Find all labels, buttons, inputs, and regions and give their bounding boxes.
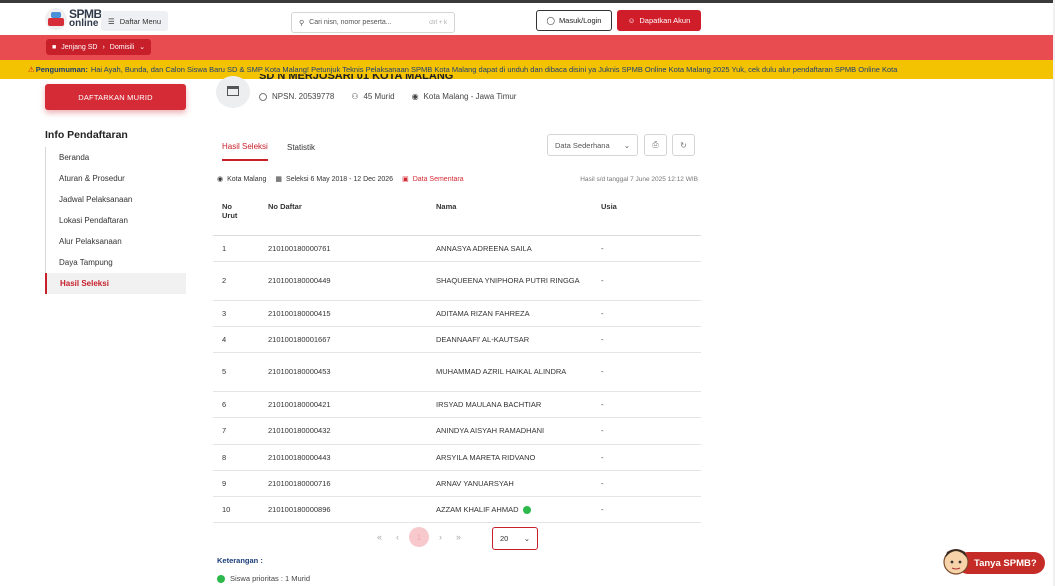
pagination: « ‹ 1 › »	[377, 527, 461, 547]
last-page-button[interactable]: »	[456, 532, 461, 542]
results-table: No Urut No Daftar Nama Usia 1 2101001800…	[213, 198, 701, 523]
location-pin-icon: ◉	[217, 176, 224, 183]
register-button[interactable]: ☺ Dapatkan Akun	[617, 10, 701, 31]
table-row[interactable]: 3 210100180000415 ADITAMA RIZAN FAHREZA …	[213, 300, 701, 327]
col-nama: Nama	[427, 198, 592, 236]
table-row[interactable]: 9 210100180000716 ARNAV YANUARSYAH -	[213, 470, 701, 497]
table-row[interactable]: 6 210100180000421 IRSYAD MAULANA BACHTIA…	[213, 391, 701, 418]
announcement-marquee: ⚠ Pengumuman: Hai Ayah, Bunda, dan Calon…	[0, 60, 1055, 79]
keterangan-text: Siswa prioritas : 1 Murid	[230, 574, 311, 583]
school-meta: NPSN. 20539778 ⚇ 45 Murid ◉ Kota Malang …	[259, 92, 516, 101]
filter-city: Kota Malang	[227, 175, 267, 183]
filter-period: Seleksi 6 May 2018 - 12 Dec 2026	[286, 175, 394, 183]
priority-badge-icon	[522, 505, 531, 514]
page-size-value: 20	[500, 534, 509, 543]
users-icon: ⚇	[351, 92, 359, 101]
chevron-down-icon: ⌄	[623, 140, 630, 150]
refresh-icon: ↻	[680, 140, 687, 150]
sidebar-item-hasil-seleksi[interactable]: Hasil Seleksi	[45, 273, 186, 294]
calendar-icon: ▦	[275, 176, 283, 183]
sidebar-item-beranda[interactable]: Beranda	[46, 147, 186, 168]
daftarkan-murid-button[interactable]: DAFTARKAN MURID	[45, 84, 186, 110]
view-mode-select[interactable]: Data Sederhana ⌄	[547, 134, 638, 156]
filter-info-row: ◉ Kota Malang ▦ Seleksi 6 May 2018 - 12 …	[217, 175, 698, 184]
login-icon: ◯	[546, 16, 555, 25]
announcement-label: Pengumuman:	[35, 65, 88, 74]
table-row[interactable]: 1 210100180000761 ANNASYA ADREENA SAILA …	[213, 235, 701, 262]
keterangan-title: Keterangan :	[217, 556, 263, 565]
sidebar-title: Info Pendaftaran	[45, 129, 128, 141]
priority-legend-icon	[217, 574, 225, 583]
prev-page-button[interactable]: ‹	[396, 532, 399, 542]
temporary-data-icon: ▣	[402, 176, 409, 183]
mascot-avatar-icon	[943, 549, 969, 575]
user-plus-icon: ☺	[627, 16, 636, 25]
school-cap-icon: ■	[52, 43, 57, 51]
filter-status: Data Sementara	[412, 175, 464, 183]
school-building-icon	[216, 76, 250, 108]
table-row[interactable]: 7 210100180000432 ANINDYA AISYAH RAMADHA…	[213, 417, 701, 445]
hamburger-icon: ☰	[108, 16, 115, 26]
announcement-text[interactable]: Hai Ayah, Bunda, dan Calon Siswa Baru SD…	[91, 65, 898, 74]
keterangan-item: Siswa prioritas : 1 Murid	[217, 574, 310, 583]
breadcrumb-path: Domisili	[109, 43, 135, 51]
jenjang-breadcrumb[interactable]: ■ Jenjang SD › Domisili ⌄	[46, 39, 152, 55]
result-updated-time: Hasil s/d tanggal 7 June 2025 12:12 WIB	[580, 175, 698, 183]
school-murid-count: 45 Murid	[363, 92, 395, 101]
logo-emblem-icon	[45, 8, 67, 30]
breadcrumb-level: Jenjang SD	[61, 43, 98, 51]
top-navbar: SPMB online ☰ Daftar Menu ⚲ Cari nisn, n…	[0, 0, 1055, 35]
first-page-button[interactable]: «	[377, 532, 382, 542]
print-icon: ⎙	[652, 140, 659, 149]
sidebar-item-jadwal[interactable]: Jadwal Pelaksanaan	[46, 189, 186, 210]
table-row[interactable]: 4 210100180001667 DEANNAAFI' AL-KAUTSAR …	[213, 326, 701, 353]
verified-icon	[259, 92, 267, 101]
sidebar-nav: Beranda Aturan & Prosedur Jadwal Pelaksa…	[45, 147, 186, 294]
spmb-logo[interactable]: SPMB online	[45, 8, 102, 30]
chevron-right-icon: ›	[102, 43, 105, 51]
login-button[interactable]: ◯ Masuk/Login	[536, 10, 612, 31]
table-header-row: No Urut No Daftar Nama Usia	[213, 198, 701, 236]
school-location: Kota Malang - Jawa Timur	[423, 92, 517, 101]
school-name: SD N MERJOSARI 01 KOTA MALANG	[259, 74, 454, 82]
sidebar-item-alur[interactable]: Alur Pelaksanaan	[46, 231, 186, 252]
search-placeholder: Cari nisn, nomor peserta...	[309, 19, 392, 26]
col-usia: Usia	[592, 198, 701, 236]
menu-label: Daftar Menu	[119, 16, 162, 26]
refresh-button[interactable]: ↻	[672, 134, 695, 156]
search-shortcut: ctrl + k	[429, 19, 447, 26]
chat-widget[interactable]: Tanya SPMB?	[941, 549, 1045, 576]
sidebar-item-aturan[interactable]: Aturan & Prosedur	[46, 168, 186, 189]
search-icon: ⚲	[299, 19, 305, 27]
next-page-button[interactable]: ›	[439, 532, 442, 542]
school-npsn: NPSN. 20539778	[272, 92, 335, 101]
login-label: Masuk/Login	[558, 16, 602, 25]
tab-hasil-seleksi[interactable]: Hasil Seleksi	[222, 134, 268, 161]
tab-statistik[interactable]: Statistik	[287, 134, 315, 161]
location-pin-icon: ◉	[411, 92, 419, 101]
page-size-select[interactable]: 20 ⌄	[492, 527, 538, 550]
table-row[interactable]: 8 210100180000443 ARSYILA MARETA RIDVANO…	[213, 444, 701, 471]
chevron-down-icon: ⌄	[523, 534, 530, 543]
table-row[interactable]: 10 210100180000896 AZZAM KHALIF AHMAD -	[213, 496, 701, 523]
current-page-button[interactable]: 1	[409, 527, 430, 547]
col-no-daftar: No Daftar	[259, 198, 427, 236]
register-label: Dapatkan Akun	[639, 16, 691, 25]
warning-icon: ⚠	[28, 65, 35, 74]
table-row[interactable]: 5 210100180000453 MUHAMMAD AZRIL HAIKAL …	[213, 352, 701, 392]
student-name: AZZAM KHALIF AHMAD	[436, 504, 519, 514]
sidebar-item-lokasi[interactable]: Lokasi Pendaftaran	[46, 210, 186, 231]
logo-text-line2: online	[69, 18, 99, 29]
view-mode-value: Data Sederhana	[555, 140, 610, 150]
daftar-menu-button[interactable]: ☰ Daftar Menu	[101, 11, 169, 31]
col-no-urut: No Urut	[213, 198, 259, 236]
print-button[interactable]: ⎙	[644, 134, 667, 156]
sidebar-item-daya-tampung[interactable]: Daya Tampung	[46, 252, 186, 273]
chevron-down-icon: ⌄	[139, 44, 146, 51]
search-input[interactable]: ⚲ Cari nisn, nomor peserta... ctrl + k	[291, 12, 455, 33]
table-row[interactable]: 2 210100180000449 SHAQUEENA YNIPHORA PUT…	[213, 261, 701, 301]
context-bar: ■ Jenjang SD › Domisili ⌄	[0, 35, 1055, 60]
